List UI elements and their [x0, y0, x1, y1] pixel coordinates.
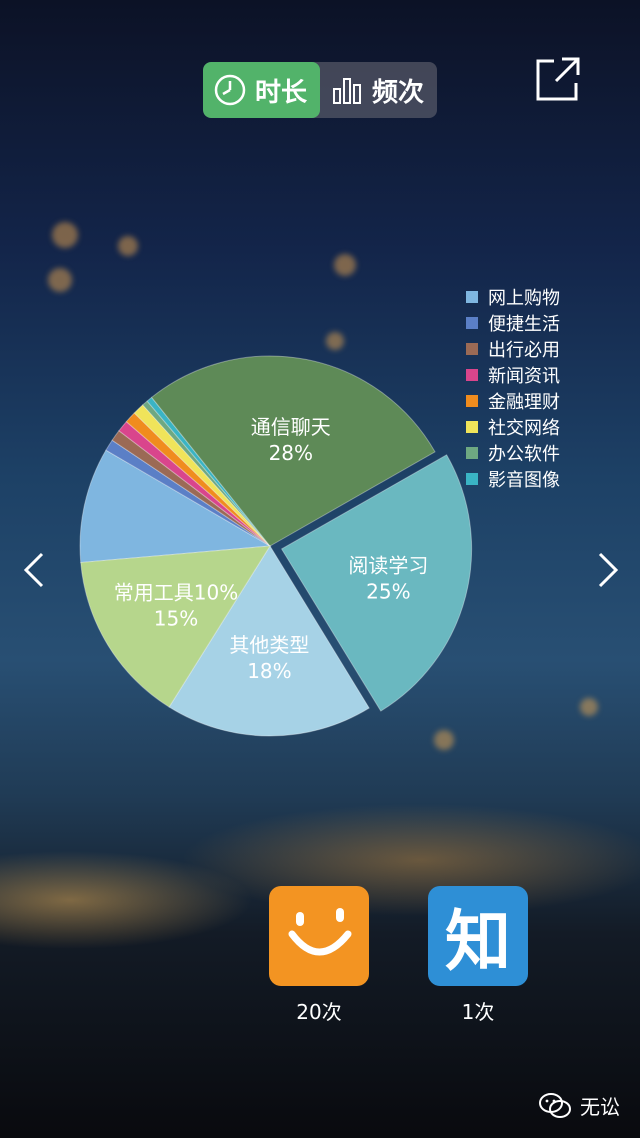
chevron-left-icon — [23, 552, 44, 588]
metric-toggle: 时长 频次 — [203, 62, 437, 118]
app-count: 1次 — [461, 1000, 495, 1024]
bokeh-light — [580, 698, 598, 716]
app-icon-zhi: 知 — [428, 886, 528, 986]
wechat-icon — [539, 1092, 571, 1118]
legend-label: 便捷生活 — [488, 314, 560, 335]
legend-swatch — [466, 395, 478, 407]
slice-name-label: 通信聊天 — [251, 415, 331, 439]
legend-label: 出行必用 — [488, 340, 560, 361]
legend-label: 网上购物 — [488, 288, 560, 309]
legend-item: 影音图像 — [466, 466, 560, 492]
share-icon — [536, 57, 580, 101]
legend-swatch — [466, 291, 478, 303]
app-count: 20次 — [296, 1000, 342, 1024]
tab-duration[interactable]: 时长 — [203, 62, 320, 118]
zhi-icon: 知 — [445, 903, 511, 980]
legend-swatch — [466, 317, 478, 329]
tab-frequency[interactable]: 频次 — [320, 62, 437, 118]
app-tile-zhi[interactable]: 知 1次 — [428, 886, 528, 1025]
watermark: 无讼 — [538, 1091, 620, 1120]
bokeh-light — [52, 222, 78, 248]
legend-swatch — [466, 343, 478, 355]
slice-value-label: 15% — [154, 607, 198, 631]
tab-duration-label: 时长 — [255, 77, 308, 108]
legend-item: 金融理财 — [466, 388, 560, 414]
slice-value-label: 18% — [247, 659, 291, 683]
app-tile-smile[interactable]: 20次 — [269, 886, 369, 1025]
legend-label: 办公软件 — [488, 444, 560, 465]
share-button[interactable] — [534, 55, 582, 103]
legend-label: 影音图像 — [488, 470, 560, 491]
legend-item: 网上购物 — [466, 284, 560, 310]
legend-item: 便捷生活 — [466, 310, 560, 336]
legend-swatch — [466, 473, 478, 485]
next-button[interactable] — [594, 550, 622, 590]
legend-swatch — [466, 421, 478, 433]
app-icon-smile — [269, 886, 369, 986]
watermark-text: 无讼 — [580, 1095, 620, 1119]
chevron-right-icon — [598, 552, 619, 588]
slice-name-label: 其他类型 — [229, 633, 309, 657]
chart-legend: 网上购物便捷生活出行必用新闻资讯金融理财社交网络办公软件影音图像 — [466, 284, 560, 492]
tab-frequency-label: 频次 — [372, 77, 425, 108]
slice-value-label: 25% — [366, 579, 410, 603]
legend-item: 办公软件 — [466, 440, 560, 466]
legend-item: 出行必用 — [466, 336, 560, 362]
prev-button[interactable] — [20, 550, 48, 590]
pie-chart: 通信聊天28% 阅读学习25% 其他类型18% 常用工具10%15% — [79, 355, 473, 737]
clock-icon — [213, 73, 247, 107]
bokeh-light — [48, 268, 72, 292]
smile-icon — [288, 908, 352, 956]
slice-name-label: 常用工具10% — [114, 581, 238, 605]
slice-name-label: 阅读学习 — [348, 553, 428, 577]
legend-label: 金融理财 — [488, 392, 560, 413]
legend-item: 社交网络 — [466, 414, 560, 440]
slice-value-label: 28% — [269, 441, 313, 465]
bar-chart-icon — [332, 75, 364, 105]
legend-label: 社交网络 — [488, 418, 560, 439]
bokeh-light — [118, 236, 138, 256]
legend-label: 新闻资讯 — [488, 366, 560, 387]
bokeh-light — [334, 254, 356, 276]
legend-swatch — [466, 369, 478, 381]
legend-swatch — [466, 447, 478, 459]
legend-item: 新闻资讯 — [466, 362, 560, 388]
